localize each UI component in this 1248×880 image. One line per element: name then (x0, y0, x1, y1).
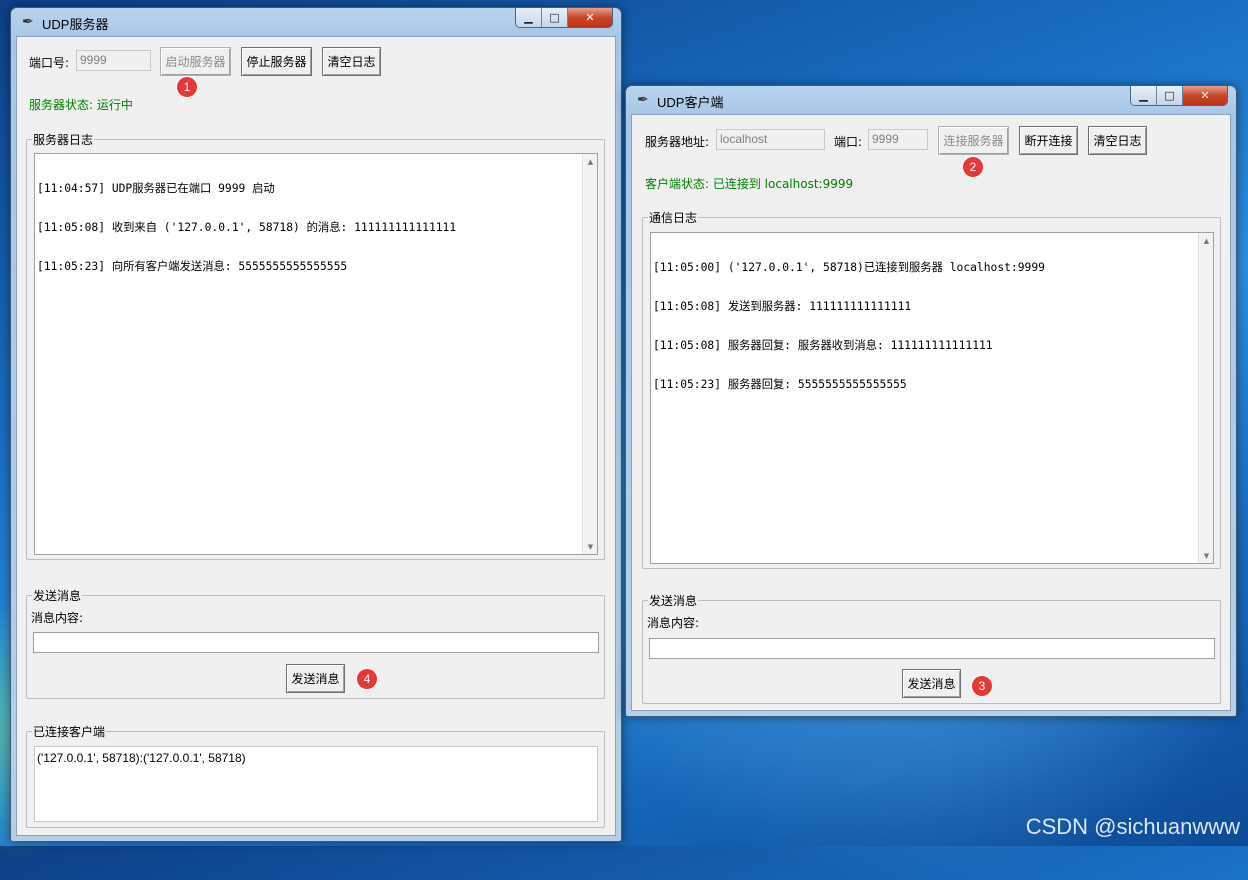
client-entry: ('127.0.0.1', 58718):('127.0.0.1', 58718… (37, 751, 246, 765)
minimize-icon[interactable]: ▁ (1131, 86, 1157, 105)
server-log-frame: 服务器日志 [11:04:57] UDP服务器已在端口 9999 启动 [11:… (26, 131, 605, 560)
stop-server-button[interactable]: 停止服务器 (241, 47, 312, 76)
log-line: [11:05:08] 发送到服务器: 111111111111111 (653, 300, 912, 313)
disconnect-button[interactable]: 断开连接 (1019, 126, 1078, 155)
log-line: [11:05:00] ('127.0.0.1', 58718)已连接到服务器 l… (653, 261, 1045, 274)
server-window: ✒ UDP服务器 ▁ □ ✕ 端口号: 9999 启动服务器 停止服务器 清空日… (10, 7, 622, 842)
server-log-frame-label: 服务器日志 (32, 131, 95, 148)
client-msg-input[interactable] (649, 638, 1215, 659)
server-log-lines: [11:04:57] UDP服务器已在端口 9999 启动 [11:05:08]… (37, 156, 581, 299)
server-log-scrollbar[interactable]: ▲ ▼ (582, 154, 597, 554)
feather-icon: ✒ (637, 92, 649, 108)
log-line: [11:05:08] 收到来自 ('127.0.0.1', 58718) 的消息… (37, 221, 457, 234)
server-msg-input[interactable] (33, 632, 599, 653)
client-window: ✒ UDP客户端 ▁ □ ✕ 服务器地址: localhost 端口: 9999… (625, 85, 1237, 717)
client-status-text: 客户端状态: 已连接到 localhost:9999 (645, 177, 854, 191)
client-port-label: 端口: (834, 135, 863, 149)
log-line: [11:05:23] 服务器回复: 5555555555555555 (653, 378, 907, 391)
server-titlebar[interactable]: ✒ UDP服务器 ▁ □ ✕ (17, 8, 615, 36)
maximize-icon[interactable]: □ (542, 8, 568, 27)
server-msg-label: 消息内容: (31, 611, 84, 625)
client-log-textbox[interactable]: [11:05:00] ('127.0.0.1', 58718)已连接到服务器 l… (650, 232, 1214, 564)
client-log-frame: 通信日志 [11:05:00] ('127.0.0.1', 58718)已连接到… (642, 209, 1221, 569)
server-client-area: 端口号: 9999 启动服务器 停止服务器 清空日志 服务器状态: 运行中 服务… (16, 36, 616, 836)
step-marker-3: 3 (972, 676, 992, 696)
client-log-lines: [11:05:00] ('127.0.0.1', 58718)已连接到服务器 l… (653, 235, 1197, 417)
close-icon[interactable]: ✕ (568, 8, 612, 27)
server-clients-frame-label: 已连接客户端 (32, 723, 107, 740)
client-send-frame: 发送消息 消息内容: 发送消息 (642, 592, 1221, 704)
client-log-frame-label: 通信日志 (648, 209, 699, 226)
server-send-frame: 发送消息 消息内容: 发送消息 (26, 587, 605, 699)
client-port-field[interactable]: 9999 (868, 129, 928, 150)
client-msg-label: 消息内容: (647, 616, 700, 630)
server-caption-buttons: ▁ □ ✕ (515, 8, 613, 28)
client-clear-log-button[interactable]: 清空日志 (1088, 126, 1147, 155)
client-send-frame-label: 发送消息 (648, 592, 699, 609)
step-marker-1: 1 (177, 77, 197, 97)
server-clients-list[interactable]: ('127.0.0.1', 58718):('127.0.0.1', 58718… (34, 746, 598, 822)
server-status-text: 服务器状态: 运行中 (29, 98, 133, 112)
client-caption-buttons: ▁ □ ✕ (1130, 86, 1228, 106)
client-window-title: UDP客户端 (657, 95, 724, 110)
server-address-field[interactable]: localhost (716, 129, 825, 150)
scroll-down-icon[interactable]: ▼ (1199, 548, 1213, 563)
scroll-up-icon[interactable]: ▲ (583, 154, 597, 169)
maximize-icon[interactable]: □ (1157, 86, 1183, 105)
server-port-label: 端口号: (29, 56, 70, 70)
scroll-up-icon[interactable]: ▲ (1199, 233, 1213, 248)
client-log-scrollbar[interactable]: ▲ ▼ (1198, 233, 1213, 563)
server-window-title: UDP服务器 (42, 17, 109, 32)
client-send-button[interactable]: 发送消息 (902, 669, 961, 698)
client-client-area: 服务器地址: localhost 端口: 9999 连接服务器 断开连接 清空日… (631, 114, 1231, 711)
server-send-frame-label: 发送消息 (32, 587, 83, 604)
step-marker-2: 2 (963, 157, 983, 177)
watermark: CSDN @sichuanwww (1025, 814, 1240, 839)
server-port-field[interactable]: 9999 (76, 50, 151, 71)
step-marker-4: 4 (357, 669, 377, 689)
close-icon[interactable]: ✕ (1183, 86, 1227, 105)
client-titlebar[interactable]: ✒ UDP客户端 ▁ □ ✕ (632, 86, 1230, 114)
log-line: [11:04:57] UDP服务器已在端口 9999 启动 (37, 182, 275, 195)
feather-icon: ✒ (22, 14, 34, 30)
scroll-down-icon[interactable]: ▼ (583, 539, 597, 554)
log-line: [11:05:23] 向所有客户端发送消息: 5555555555555555 (37, 260, 348, 273)
server-log-textbox[interactable]: [11:04:57] UDP服务器已在端口 9999 启动 [11:05:08]… (34, 153, 598, 555)
connect-server-button[interactable]: 连接服务器 (938, 126, 1009, 155)
server-clients-frame: 已连接客户端 ('127.0.0.1', 58718):('127.0.0.1'… (26, 723, 605, 828)
minimize-icon[interactable]: ▁ (516, 8, 542, 27)
start-server-button[interactable]: 启动服务器 (160, 47, 231, 76)
log-line: [11:05:08] 服务器回复: 服务器收到消息: 1111111111111… (653, 339, 993, 352)
server-clear-log-button[interactable]: 清空日志 (322, 47, 381, 76)
server-send-button[interactable]: 发送消息 (286, 664, 345, 693)
server-address-label: 服务器地址: (645, 135, 710, 149)
